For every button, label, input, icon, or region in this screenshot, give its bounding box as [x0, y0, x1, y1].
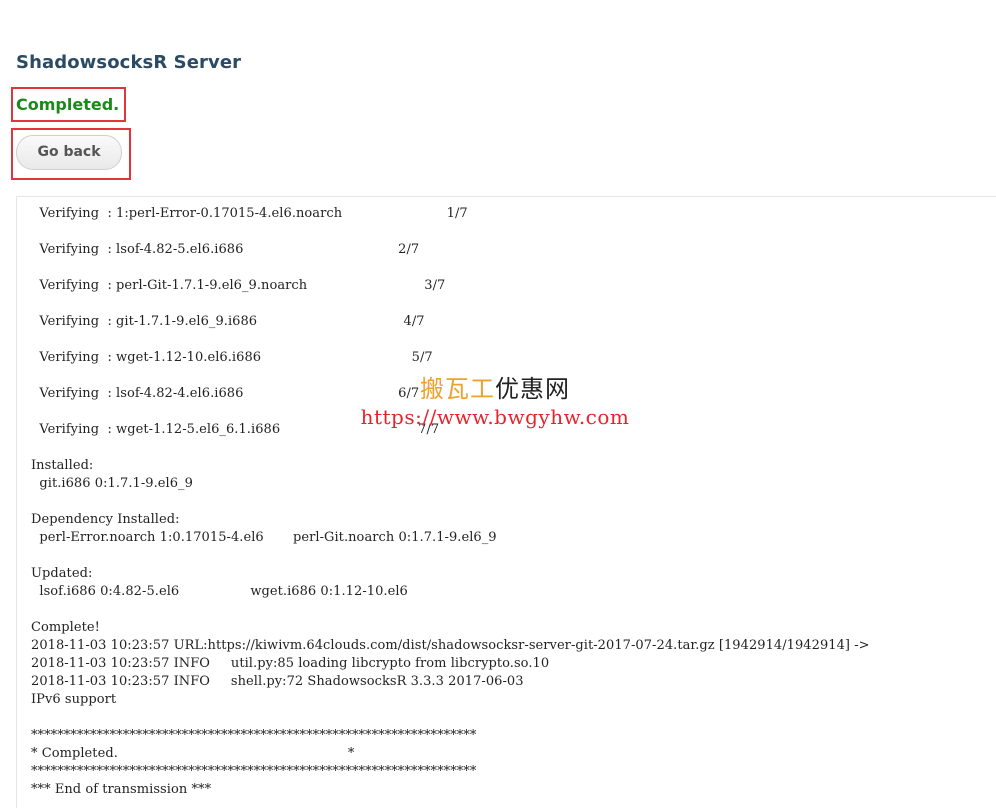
- status-message: Completed.: [16, 95, 120, 114]
- console-output-text: Verifying : 1:perl-Error-0.17015-4.el6.n…: [31, 206, 870, 797]
- go-back-button[interactable]: Go back: [16, 135, 122, 170]
- console-output-panel[interactable]: Verifying : 1:perl-Error-0.17015-4.el6.n…: [16, 196, 996, 808]
- page-title: ShadowsocksR Server: [16, 52, 242, 73]
